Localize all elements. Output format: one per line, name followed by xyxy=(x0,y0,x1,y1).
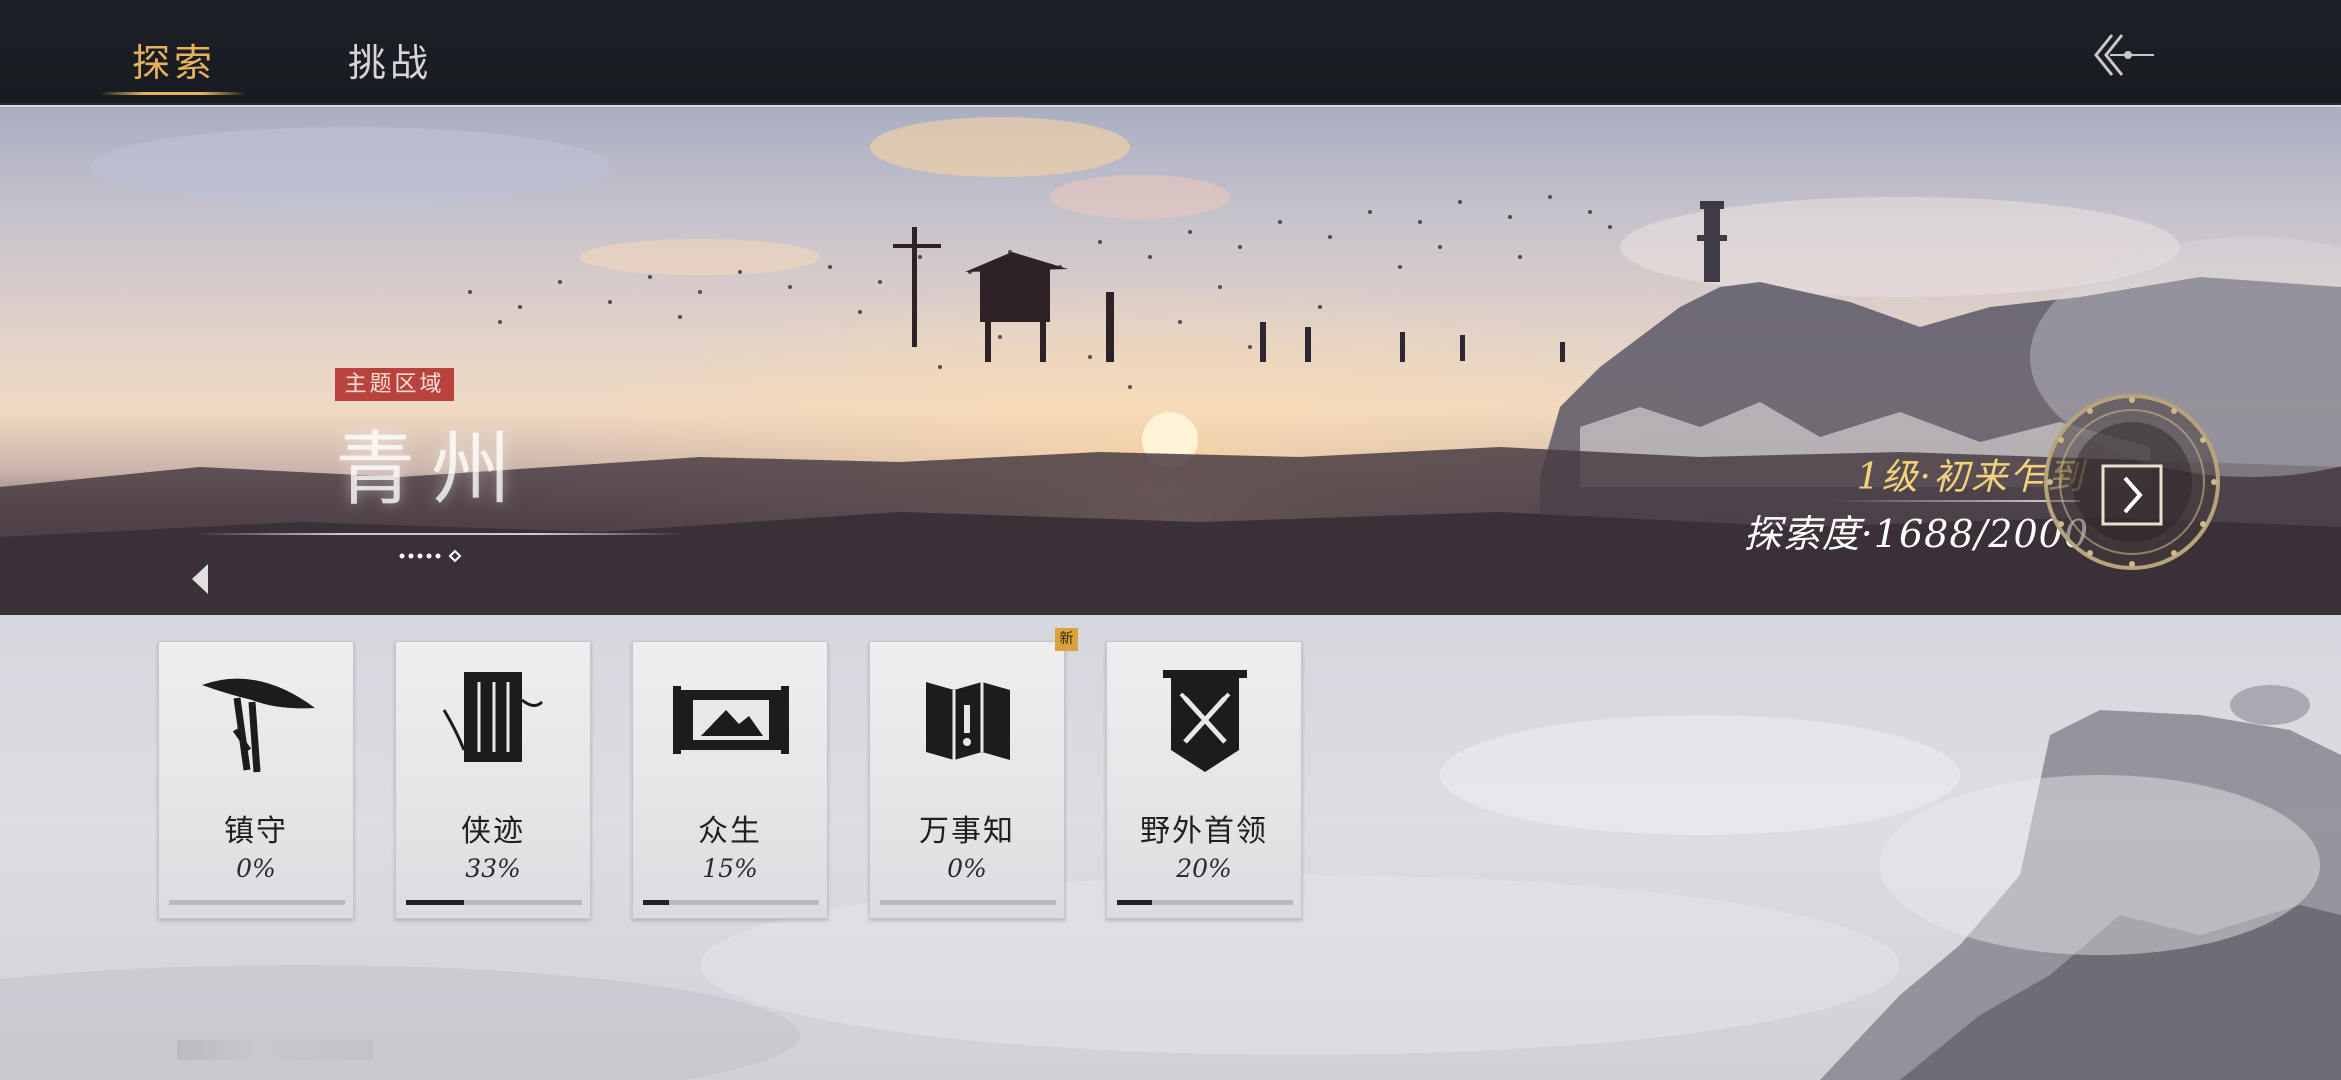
card-percent: 0% xyxy=(236,854,276,883)
card-percent: 0% xyxy=(947,854,987,883)
card-percent: 15% xyxy=(702,854,758,883)
card-label: 侠迹 xyxy=(461,814,525,849)
region-divider xyxy=(195,533,685,535)
region-banner: 主题区域 青州 1级·初来乍到 探索度·1688/2000 xyxy=(0,107,2341,615)
theme-region-badge: 主题区域 xyxy=(335,368,454,401)
card-progress-bar xyxy=(880,900,1056,905)
top-bar: 探索 挑战 xyxy=(0,0,2341,105)
caret-left-icon xyxy=(192,564,208,594)
blurred-user-id xyxy=(177,1040,373,1060)
card-percent: 20% xyxy=(1176,854,1232,883)
card-progress-fill xyxy=(1117,900,1153,905)
crossed-swords-banner-icon xyxy=(1163,670,1247,772)
exploration-progress-text: 探索度·1688/2000 xyxy=(1743,512,2089,556)
card-progress-bar xyxy=(169,900,345,905)
new-badge: 新 xyxy=(1055,628,1078,651)
active-tab-underline xyxy=(100,92,246,95)
painting-scroll-icon xyxy=(673,686,789,754)
card-progress-fill xyxy=(406,900,465,905)
card-label: 野外首领 xyxy=(1140,814,1268,849)
card-guard[interactable]: 镇守 0% xyxy=(158,641,354,919)
next-region-button[interactable] xyxy=(2040,390,2225,575)
chevron-right-medallion-icon xyxy=(2044,394,2220,570)
stilt-hut xyxy=(893,227,1114,362)
folded-map-icon xyxy=(926,682,1010,760)
card-progress-bar xyxy=(406,900,582,905)
card-progress-bar xyxy=(1117,900,1293,905)
card-all-beings[interactable]: 众生 15% xyxy=(632,641,828,919)
previous-region-button[interactable] xyxy=(188,562,212,596)
card-percent: 33% xyxy=(465,854,521,883)
card-wild-boss[interactable]: 野外首领 20% xyxy=(1106,641,1302,919)
tab-challenge[interactable]: 挑战 xyxy=(348,32,432,87)
card-all-knowing[interactable]: 万事知 0% xyxy=(869,641,1065,919)
tab-explore[interactable]: 探索 xyxy=(132,32,216,87)
card-label: 镇守 xyxy=(224,814,288,849)
region-page-dots xyxy=(398,549,468,563)
book-scroll-icon xyxy=(442,672,544,762)
straw-hat-sword-icon xyxy=(202,678,315,773)
card-progress-fill xyxy=(643,900,670,905)
card-progress-bar xyxy=(643,900,819,905)
region-name: 青州 xyxy=(335,423,527,516)
back-button[interactable] xyxy=(2088,30,2160,80)
card-label: 万事知 xyxy=(919,814,1015,849)
card-hero-trace[interactable]: 侠迹 33% xyxy=(395,641,591,919)
back-arrow-icon xyxy=(2094,34,2154,76)
card-label: 众生 xyxy=(698,814,762,849)
